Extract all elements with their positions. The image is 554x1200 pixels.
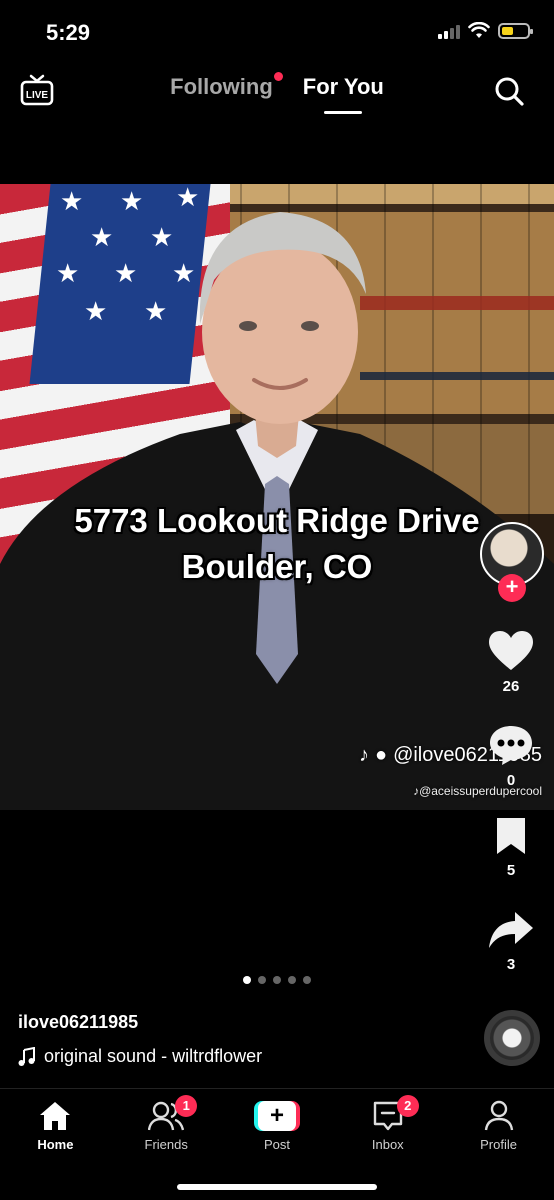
tab-for-you[interactable]: For You: [302, 74, 384, 114]
person-icon: ●: [374, 744, 388, 766]
carousel-dot[interactable]: [303, 976, 311, 984]
nav-inbox[interactable]: 2 Inbox: [343, 1095, 433, 1152]
share-button[interactable]: 3: [476, 910, 546, 973]
sound-label: original sound - wiltrdflower: [44, 1046, 263, 1066]
nav-profile-label: Profile: [480, 1137, 517, 1152]
carousel-dot[interactable]: [243, 976, 251, 984]
nav-inbox-label: Inbox: [371, 1137, 404, 1152]
sound-info[interactable]: original sound - wiltrdflower: [18, 1046, 262, 1067]
share-count: 3: [506, 956, 516, 973]
tab-following-label: Following: [170, 74, 273, 99]
tab-for-you-label: For You: [302, 74, 384, 99]
person-photo: [0, 212, 554, 810]
home-icon: [40, 1102, 71, 1130]
search-icon[interactable]: [494, 76, 524, 106]
video-caption-line2: Boulder, CO: [181, 548, 373, 585]
battery-icon: [498, 23, 533, 39]
sound-disc-button[interactable]: [484, 1010, 540, 1066]
status-icons: [438, 22, 533, 40]
active-tab-indicator: [324, 111, 363, 114]
carousel-dots: [0, 976, 554, 984]
carousel-dot[interactable]: [258, 976, 266, 984]
inbox-badge: 2: [396, 1095, 419, 1117]
bookmark-icon: [497, 818, 525, 854]
post-plus-icon: +: [253, 1101, 300, 1131]
heart-icon: [489, 631, 533, 670]
bookmark-button[interactable]: 5: [476, 816, 546, 879]
like-count: 26: [502, 678, 520, 695]
profile-icon: [484, 1100, 513, 1131]
tab-following[interactable]: Following: [170, 72, 283, 100]
comment-button[interactable]: 0: [476, 724, 546, 789]
carousel-dot[interactable]: [288, 976, 296, 984]
home-indicator: [177, 1184, 377, 1190]
feed-tabs: Following For You: [0, 72, 554, 114]
creator-avatar-button[interactable]: +: [478, 522, 546, 602]
nav-friends-label: Friends: [144, 1137, 188, 1152]
video-caption-line1: 5773 Lookout Ridge Drive: [74, 502, 480, 539]
nav-home-label: Home: [37, 1137, 74, 1152]
status-bar: 5:29: [0, 0, 554, 62]
carousel-dot[interactable]: [273, 976, 281, 984]
wifi-icon: [468, 22, 490, 38]
post-username[interactable]: ilove06211985: [18, 1012, 138, 1033]
music-note-icon: [18, 1046, 35, 1066]
nav-post[interactable]: + Post: [232, 1099, 322, 1152]
cellular-signal-icon: [438, 23, 460, 39]
like-button[interactable]: 26: [476, 630, 546, 695]
notification-dot: [273, 72, 283, 81]
bookmark-count: 5: [506, 862, 516, 879]
comment-icon: [490, 726, 532, 765]
nav-profile[interactable]: Profile: [454, 1099, 544, 1152]
follow-plus-button[interactable]: +: [498, 574, 526, 602]
top-nav: LIVE Following For You: [0, 62, 554, 122]
bottom-nav: Home 1 Friends + Post 2 Inbox Profile: [0, 1088, 554, 1200]
nav-friends[interactable]: 1 Friends: [121, 1095, 211, 1152]
nav-home[interactable]: Home: [10, 1099, 100, 1152]
status-time: 5:29: [46, 20, 91, 45]
comment-count: 0: [506, 772, 516, 789]
nav-post-label: Post: [263, 1137, 290, 1152]
share-arrow-icon: [489, 912, 533, 948]
video-frame[interactable]: ★ ★ ★ ★ ★ ★ ★ ★ ★ ★ 5773 Lookout Ridge D…: [0, 184, 554, 810]
tiktok-logo-icon: ♪: [358, 744, 369, 766]
friends-badge: 1: [175, 1095, 198, 1117]
